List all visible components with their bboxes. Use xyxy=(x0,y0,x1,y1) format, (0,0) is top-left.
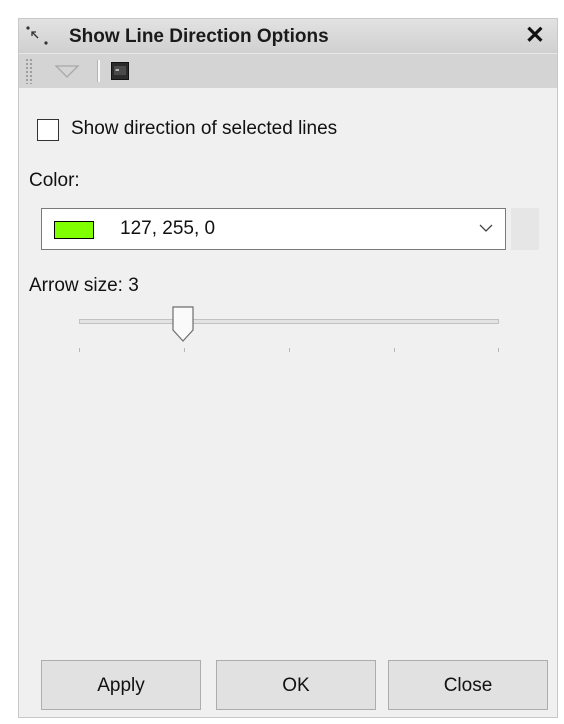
color-swatch xyxy=(54,221,94,239)
toolbar xyxy=(19,53,557,88)
slider-tick xyxy=(289,348,290,352)
slider-tick xyxy=(184,348,185,352)
toolbar-separator xyxy=(97,60,100,82)
grip-icon[interactable] xyxy=(25,58,33,84)
slider-tick xyxy=(498,348,499,352)
line-direction-icon xyxy=(26,26,48,45)
window-title: Show Line Direction Options xyxy=(69,26,329,47)
title-bar: Show Line Direction Options ✕ xyxy=(19,19,557,53)
options-panel: Show Line Direction Options ✕ Show direc… xyxy=(18,18,558,718)
close-button[interactable]: Close xyxy=(388,660,548,710)
color-dropdown[interactable]: 127, 255, 0 xyxy=(41,208,506,250)
color-value: 127, 255, 0 xyxy=(120,218,216,239)
slider-tick xyxy=(79,348,80,352)
ok-button[interactable]: OK xyxy=(216,660,376,710)
arrow-size-slider-track[interactable] xyxy=(79,319,499,324)
color-label: Color: xyxy=(29,170,80,191)
dropdown-triangle-icon[interactable] xyxy=(53,60,81,82)
slider-tick xyxy=(394,348,395,352)
console-icon[interactable] xyxy=(111,62,129,80)
close-icon[interactable]: ✕ xyxy=(525,22,545,50)
chevron-down-icon xyxy=(479,224,493,232)
show-direction-checkbox[interactable] xyxy=(37,119,59,141)
color-dropdown-extension xyxy=(511,208,539,250)
arrow-size-label: Arrow size: 3 xyxy=(29,275,139,296)
show-direction-label[interactable]: Show direction of selected lines xyxy=(71,118,337,140)
apply-button[interactable]: Apply xyxy=(41,660,201,710)
arrow-size-slider-thumb[interactable] xyxy=(172,306,194,342)
